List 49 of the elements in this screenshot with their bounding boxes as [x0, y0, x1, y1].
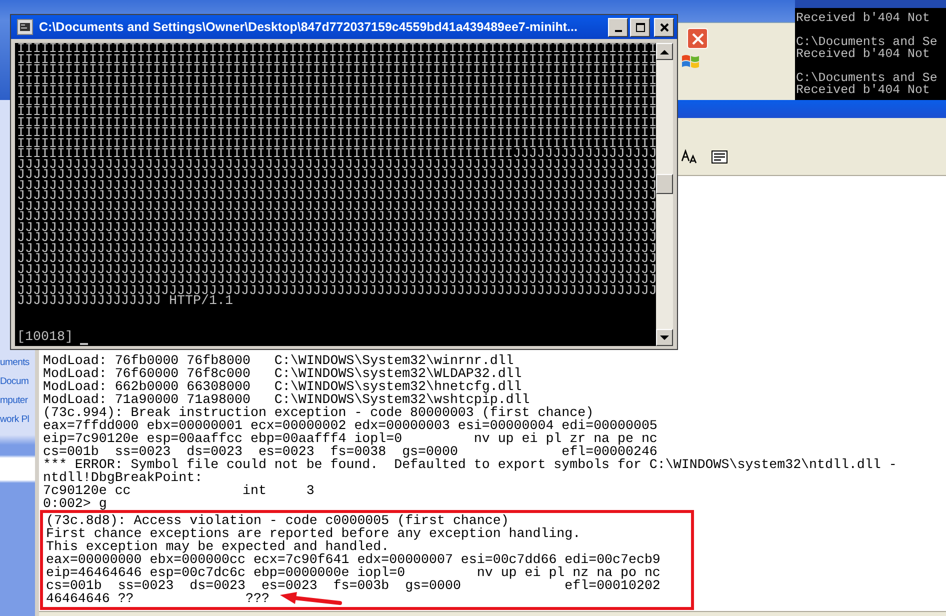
output-line: ModLoad: 662b0000 66308000 C:\WINDOWS\system32\hnetcfg.dll: [43, 380, 522, 393]
output-line: ModLoad: 76fb0000 76fb8000 C:\WINDOWS\System32\winrnr.dll: [43, 354, 514, 367]
output-line: eip=46464646 esp=00c7dc6c ebp=0000000e iopl=0 nv up ei pl nz na po nc: [46, 566, 660, 579]
output-line: ntdll!DbgBreakPoint:: [43, 471, 204, 484]
font-size-icon[interactable]: [681, 149, 699, 165]
scroll-up-button[interactable]: [656, 43, 673, 60]
output-line: cs=001b ss=0023 ds=0023 es=0023 fs=003b gs=0000 efl=00010202: [46, 579, 660, 592]
scrollbar-thumb[interactable]: [656, 174, 673, 194]
console-line: C:\Documents and Se: [796, 35, 938, 49]
close-icon: [658, 22, 670, 32]
window-title: C:\Documents and Settings\Owner\Desktop\847d772037159c4559bd41a439489ee7-miniht...: [39, 20, 578, 34]
console-line: Received b'404 Not: [796, 47, 930, 61]
output-line: 46464646 ?? ???: [46, 592, 270, 605]
console-icon: [17, 19, 33, 35]
sidebar-link[interactable]: Docum: [0, 375, 29, 388]
flag-logo-icon: [681, 53, 701, 71]
sidebar-link[interactable]: uments: [0, 356, 30, 369]
output-line: eip=7c90120e esp=00aaffcc ebp=00aafff4 iopl=0 nv up ei pl zr na pe nc: [43, 432, 658, 445]
maximize-button[interactable]: [630, 18, 650, 36]
sidebar-link[interactable]: mputer: [0, 394, 28, 407]
maximize-icon: [634, 22, 646, 32]
output-line: cs=001b ss=0023 ds=0023 es=0023 fs=0038 gs=0000 efl=00000246: [43, 445, 658, 458]
output-line: This exception may be expected and handled.: [46, 540, 390, 553]
output-line: (73c.994): Break instruction exception - code 80000003 (first chance): [43, 406, 594, 419]
up-arrow-icon: [660, 48, 669, 54]
output-line: First chance exceptions are reported before any exception handling.: [46, 527, 581, 540]
output-line: ModLoad: 71a90000 71a98000 C:\WINDOWS\System32\wshtcpip.dll: [43, 393, 531, 406]
output-line: eax=00000000 ebx=000000cc ecx=7c90f641 edx=00000007 esi=00c7dd66 edi=00c7ecb9: [46, 553, 660, 566]
text-cursor: [80, 342, 88, 344]
output-line: eax=7ffdd000 ebx=00000001 ecx=00000002 edx=00000003 esi=00000004 edi=00000005: [43, 419, 658, 432]
pointer-arrow: [279, 592, 343, 606]
minimize-button[interactable]: [608, 18, 628, 36]
console-prompt: [10018]: [17, 330, 73, 344]
output-line: 0:002> g: [43, 497, 108, 510]
output-line: 7c90120e cc int 3: [43, 484, 316, 497]
output-line: (73c.8d8): Access violation - code c0000005 (first chance): [46, 514, 509, 527]
console-line: Received b'404 Not: [796, 83, 930, 97]
console-line: Received b'404 Not: [796, 11, 930, 25]
close-icon: [690, 32, 704, 46]
sidebar-link[interactable]: work Pl: [0, 413, 30, 426]
close-button[interactable]: [654, 18, 674, 36]
options-icon[interactable]: [711, 149, 729, 165]
scrollbar[interactable]: [656, 43, 673, 346]
output-line: *** ERROR: Symbol file could not be found. Defaulted to export symbols for C:\WINDOWS\system32\ntdll.dll -: [43, 458, 898, 471]
scroll-down-button[interactable]: [656, 329, 673, 346]
minimize-icon: [614, 30, 622, 32]
output-line: ModLoad: 76f60000 76f8c000 C:\WINDOWS\system32\WLDAP32.dll: [43, 367, 523, 380]
console-line: C:\Documents and Se: [796, 71, 938, 85]
down-arrow-icon: [660, 334, 669, 340]
